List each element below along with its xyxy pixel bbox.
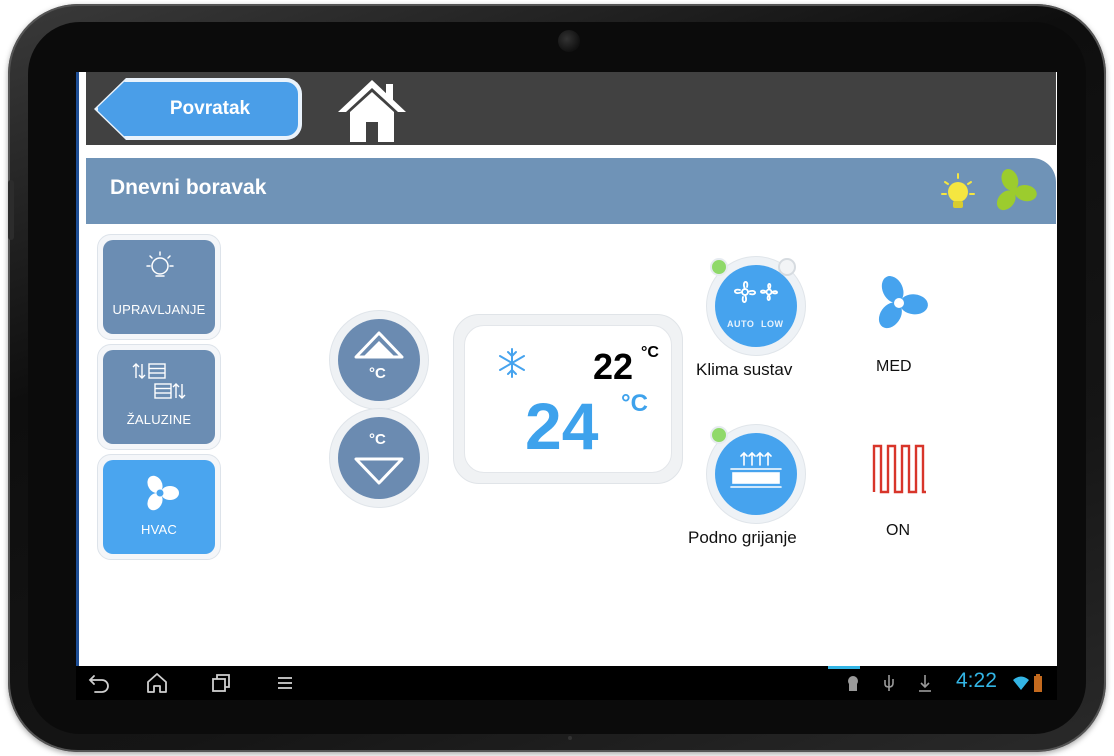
mode-badge: AUTO — [727, 319, 755, 329]
podno-button-face — [715, 433, 797, 515]
nav-label: HVAC — [141, 522, 177, 537]
klima-button-face: AUTO LOW — [715, 265, 797, 347]
arrow-up-icon — [354, 331, 404, 359]
battery-icon — [1034, 674, 1042, 692]
recent-apps-icon[interactable] — [208, 670, 234, 696]
wifi-icon — [1013, 676, 1029, 690]
temp-down-button[interactable]: °C — [329, 408, 429, 508]
nav-label: ŽALUZINE — [126, 412, 192, 427]
current-temperature-unit: °C — [621, 390, 648, 417]
temp-up-face: °C — [338, 319, 420, 401]
bulb-icon — [941, 173, 975, 208]
fan-icon — [996, 169, 1037, 211]
speed-badge: LOW — [761, 319, 784, 329]
home-icon[interactable] — [336, 76, 408, 144]
android-debug-icon — [848, 676, 858, 691]
nav-label: UPRAVLJANJE — [112, 302, 206, 317]
bulb-outline-icon — [146, 251, 174, 277]
floor-heating-icon — [730, 451, 782, 488]
bezel-dot — [568, 736, 572, 740]
clock: 4:22 — [956, 669, 997, 692]
nav-upravljanje[interactable]: UPRAVLJANJE — [97, 234, 221, 340]
thermostat-display: 22 °C 24 °C — [453, 314, 683, 484]
side-button — [8, 180, 14, 240]
screen: Povratak Dnevni boravak UPRAVLJANJE ŽALU… — [76, 72, 1057, 700]
heater-icon — [872, 444, 926, 494]
back-button-label: Povratak — [169, 98, 251, 119]
podno-status: ON — [886, 522, 910, 539]
back-button[interactable]: Povratak — [96, 80, 300, 138]
podno-label: Podno grijanje — [688, 528, 797, 547]
klima-status-led — [710, 258, 728, 276]
thermostat-panel: 22 °C 24 °C — [464, 325, 672, 473]
fan-icon — [147, 475, 179, 511]
klima-secondary-led — [778, 258, 796, 276]
top-bar: Povratak — [86, 72, 1056, 145]
usb-icon — [884, 675, 894, 691]
podno-status-led — [710, 426, 728, 444]
system-bar-accent — [828, 666, 860, 669]
app-edge — [76, 72, 79, 666]
current-temperature: 24 — [525, 389, 599, 463]
klima-label: Klima sustav — [696, 360, 793, 379]
room-title: Dnevni boravak — [110, 176, 267, 199]
nav-zaluzine-face: ŽALUZINE — [103, 350, 215, 444]
room-header: Dnevni boravak — [86, 158, 1056, 224]
nav-hvac[interactable]: HVAC — [97, 454, 221, 560]
home-nav-icon[interactable] — [144, 670, 170, 696]
temp-down-face: °C — [338, 417, 420, 499]
download-icon — [919, 675, 931, 692]
nav-zaluzine[interactable]: ŽALUZINE — [97, 344, 221, 450]
camera — [558, 30, 580, 52]
arrow-down-icon — [354, 457, 404, 485]
menu-icon[interactable] — [272, 670, 298, 696]
fan-blades-icon — [734, 281, 778, 303]
snowflake-icon — [499, 348, 525, 378]
set-temperature-unit: °C — [641, 344, 659, 361]
temp-up-label: °C — [369, 365, 386, 382]
back-icon[interactable] — [86, 670, 112, 696]
nav-upravljanje-face: UPRAVLJANJE — [103, 240, 215, 334]
nav-hvac-face: HVAC — [103, 460, 215, 554]
system-nav-bar: 4:22 — [76, 666, 1057, 700]
temp-up-button[interactable]: °C — [329, 310, 429, 410]
set-temperature: 22 — [593, 346, 634, 387]
fan-icon — [878, 276, 928, 329]
klima-status: MED — [876, 358, 912, 375]
blinds-icon — [132, 363, 186, 399]
